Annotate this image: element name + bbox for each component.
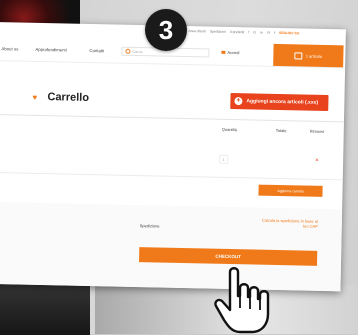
page-title: Carrello bbox=[47, 91, 90, 105]
nav-approfondimenti[interactable]: Approfondimenti bbox=[35, 47, 66, 53]
search-placeholder: Cerca bbox=[132, 49, 143, 54]
summary-panel bbox=[0, 201, 343, 292]
quantity-input[interactable]: 1 bbox=[219, 154, 229, 164]
column-header-total: Totale bbox=[275, 127, 287, 134]
add-more-items-button[interactable]: + Aggiungi ancora articoli (.xxx) bbox=[230, 92, 329, 112]
browser-window-screenshot: Chi siamo Area clienti Spedizioni Il pre… bbox=[0, 22, 346, 292]
topstrip-item[interactable]: Area clienti bbox=[188, 29, 205, 33]
social-icon[interactable]: Yt bbox=[267, 31, 270, 35]
cart-header: ♥ Carrello + Aggiungi ancora articoli (.… bbox=[0, 82, 345, 113]
nav-about-us[interactable]: About us bbox=[1, 46, 18, 51]
divider bbox=[0, 113, 344, 123]
hand-pointer-icon bbox=[214, 267, 270, 334]
divider bbox=[0, 171, 343, 181]
cart-label: 1 articolo bbox=[305, 53, 323, 59]
social-icon[interactable]: f bbox=[274, 31, 275, 35]
cart-heart-icon: ♥ bbox=[32, 92, 38, 102]
shipping-label: Spedizione bbox=[139, 223, 160, 229]
remove-item-icon[interactable]: × bbox=[315, 158, 319, 164]
add-more-label: Aggiungi ancora articoli (.xxx) bbox=[246, 98, 319, 106]
topstrip-item[interactable]: Il preferiti bbox=[230, 30, 244, 34]
user-icon bbox=[221, 50, 226, 54]
follow-label: SEGUICI SU bbox=[278, 30, 300, 36]
search-icon bbox=[125, 48, 131, 54]
topstrip-item[interactable]: Spedizioni bbox=[210, 30, 226, 34]
column-header-quantity: Quantità bbox=[221, 126, 237, 133]
step-number-badge: 3 bbox=[145, 9, 187, 51]
column-header-remove: Rimuovi bbox=[309, 128, 325, 134]
login-link[interactable]: Accedi bbox=[221, 50, 239, 55]
plus-icon: + bbox=[234, 97, 243, 106]
social-icon[interactable]: in bbox=[260, 31, 263, 35]
calculate-shipping-link[interactable]: Calcola la spedizione in base al tuo CAP bbox=[258, 218, 318, 229]
update-cart-button[interactable]: Aggiorna carrello bbox=[258, 184, 323, 197]
nav-contatti[interactable]: Contatti bbox=[89, 48, 104, 53]
cart-button[interactable]: 1 articolo bbox=[273, 43, 344, 68]
social-icon[interactable]: f bbox=[248, 30, 249, 34]
login-label: Accedi bbox=[227, 49, 240, 56]
social-icon[interactable]: G bbox=[253, 30, 256, 34]
cart-icon bbox=[294, 51, 303, 59]
